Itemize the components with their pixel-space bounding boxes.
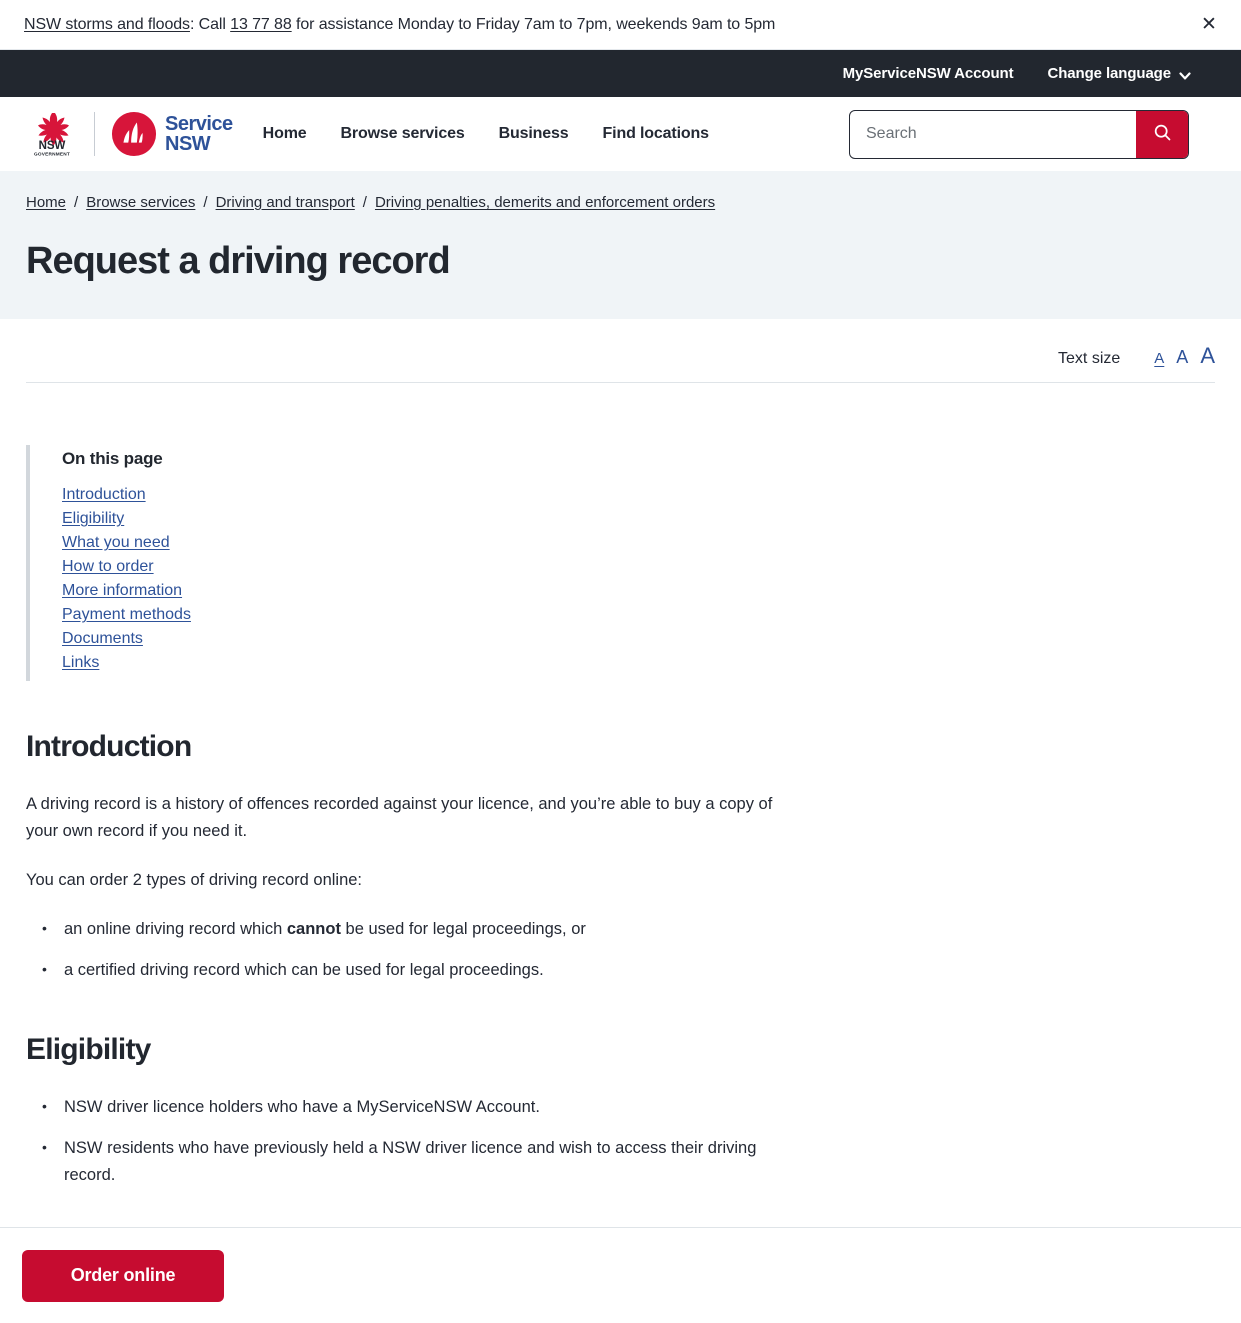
text-size-controls: Text size A A A [26, 319, 1215, 383]
service-nsw-mark-icon [111, 111, 157, 157]
on-this-page-title: On this page [62, 449, 163, 468]
text-size-large-button[interactable]: A [1200, 345, 1215, 367]
page-hero: Home / Browse services / Driving and tra… [0, 171, 1241, 319]
alert-tail-text: for assistance Monday to Friday 7am to 7… [291, 15, 776, 33]
svg-text:GOVERNMENT: GOVERNMENT [34, 152, 70, 158]
alert-banner: NSW storms and floods: Call 13 77 88 for… [0, 0, 1241, 50]
eligibility-list: NSW driver licence holders who have a My… [26, 1093, 786, 1189]
nav-item-browse-services[interactable]: Browse services [341, 125, 465, 143]
page-content: Text size A A A On this page Introductio… [0, 319, 1241, 1323]
introduction-paragraph-2: You can order 2 types of driving record … [26, 871, 363, 889]
list-item: NSW residents who have previously held a… [42, 1134, 786, 1189]
breadcrumb-item-driving-penalties[interactable]: Driving penalties, demerits and enforcem… [375, 193, 715, 213]
bullet-text-post: be used for legal proceedings, or [340, 920, 586, 938]
change-language-label: Change language [1047, 65, 1171, 82]
search-icon [1152, 122, 1173, 146]
service-nsw-logo: Service NSW [111, 111, 233, 157]
breadcrumb-separator: / [74, 194, 79, 211]
logo-divider [94, 112, 95, 156]
main-navigation: Home Browse services Business Find locat… [263, 125, 743, 143]
on-this-page-link-how-to-order[interactable]: How to order [62, 555, 154, 579]
myservicensw-account-link[interactable]: MyServiceNSW Account [843, 65, 1014, 82]
breadcrumb-item-driving-and-transport[interactable]: Driving and transport [216, 193, 355, 213]
close-icon[interactable]: ✕ [1195, 11, 1223, 39]
service-nsw-word-line2: NSW [165, 133, 211, 155]
page-title: Request a driving record [26, 240, 451, 282]
sticky-action-bar: Order online [0, 1227, 1241, 1323]
myservicensw-account-label: MyServiceNSW Account [842, 65, 1014, 82]
nav-item-home[interactable]: Home [263, 125, 307, 143]
section-heading-eligibility: Eligibility [26, 1033, 151, 1066]
site-header: NSW GOVERNMENT Service NSW Home Browse s… [0, 97, 1241, 171]
on-this-page-link-what-you-need[interactable]: What you need [62, 531, 170, 555]
alert-phone-link[interactable]: 13 77 88 [230, 16, 292, 33]
svg-text:NSW: NSW [39, 140, 66, 152]
breadcrumb-separator: / [362, 194, 367, 211]
logo-group[interactable]: NSW GOVERNMENT Service NSW [26, 109, 233, 159]
change-language-link[interactable]: Change language [1047, 65, 1191, 82]
breadcrumb-item-home[interactable]: Home [26, 193, 66, 213]
on-this-page-link-links[interactable]: Links [62, 651, 99, 675]
bullet-text-pre: an online driving record which [64, 920, 287, 938]
list-item: a certified driving record which can be … [42, 956, 786, 984]
list-item: an online driving record which cannot be… [42, 915, 786, 943]
section-heading-introduction: Introduction [26, 730, 192, 763]
introduction-list: an online driving record which cannot be… [26, 915, 786, 984]
breadcrumb-separator: / [203, 194, 208, 211]
search-input[interactable] [850, 110, 1136, 158]
on-this-page-list: Introduction Eligibility What you need H… [62, 483, 191, 675]
alert-link[interactable]: NSW storms and floods [24, 16, 190, 33]
introduction-paragraph-1: A driving record is a history of offence… [26, 795, 773, 840]
on-this-page: On this page Introduction Eligibility Wh… [26, 445, 191, 681]
nsw-government-waratah-logo: NSW GOVERNMENT [26, 109, 78, 159]
site-search [849, 109, 1189, 159]
utility-bar: MyServiceNSW Account Change language [0, 50, 1241, 97]
breadcrumb: Home / Browse services / Driving and tra… [26, 193, 1215, 213]
alert-message: NSW storms and floods: Call 13 77 88 for… [24, 14, 775, 36]
list-item: NSW driver licence holders who have a My… [42, 1093, 786, 1121]
search-button[interactable] [1136, 110, 1188, 158]
on-this-page-link-more-information[interactable]: More information [62, 579, 182, 603]
text-size-small-button[interactable]: A [1154, 351, 1164, 366]
section-eligibility: Eligibility NSW driver licence holders w… [26, 1032, 1215, 1189]
service-nsw-word-line1: Service [165, 113, 233, 135]
alert-mid-text: : Call [189, 15, 231, 33]
order-online-button[interactable]: Order online [22, 1249, 224, 1302]
on-this-page-link-documents[interactable]: Documents [62, 627, 143, 651]
text-size-label: Text size [1058, 350, 1121, 367]
chevron-down-icon [1179, 69, 1191, 79]
on-this-page-link-introduction[interactable]: Introduction [62, 483, 146, 507]
text-size-medium-button[interactable]: A [1176, 348, 1188, 366]
section-introduction: Introduction A driving record is a histo… [26, 729, 1215, 984]
breadcrumb-item-browse-services[interactable]: Browse services [86, 193, 195, 213]
on-this-page-link-eligibility[interactable]: Eligibility [62, 507, 124, 531]
nav-item-business[interactable]: Business [499, 125, 569, 143]
service-nsw-wordmark: Service NSW [165, 114, 233, 154]
on-this-page-link-payment-methods[interactable]: Payment methods [62, 603, 191, 627]
bullet-text-bold: cannot [286, 920, 341, 938]
nav-item-find-locations[interactable]: Find locations [603, 125, 710, 143]
